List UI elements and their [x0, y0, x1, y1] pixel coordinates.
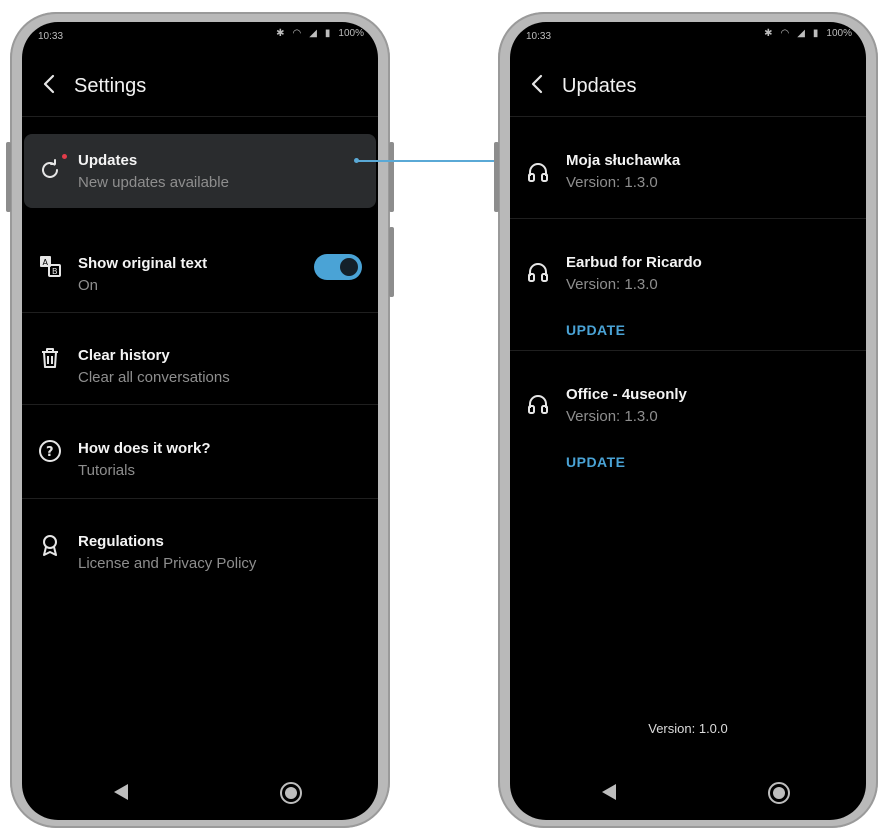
status-time: 10:33 — [526, 31, 552, 42]
device-name: Office - 4useonly — [566, 386, 687, 403]
toggle-knob — [340, 258, 358, 276]
nav-home-icon[interactable] — [280, 782, 302, 804]
wifi-icon: ◠ — [292, 28, 302, 39]
status-bar: 10:33 ✱ ◠ ◢ ▮ 100% — [22, 22, 378, 52]
navigation-bar — [510, 772, 866, 820]
device-version: Version: 1.3.0 — [566, 174, 658, 191]
question-icon: ? — [39, 440, 61, 462]
settings-app-bar: Settings — [22, 60, 378, 117]
clear-history-title: Clear history — [78, 347, 170, 364]
settings-item-updates[interactable]: Updates New updates available — [22, 122, 378, 218]
battery-icon: ▮ — [812, 28, 819, 39]
page-title: Settings — [74, 75, 147, 97]
regulations-title: Regulations — [78, 533, 164, 550]
updates-app-bar: Updates — [510, 60, 866, 117]
back-icon[interactable] — [38, 72, 62, 96]
battery-level: 100% — [338, 28, 364, 39]
signal-icon: ◢ — [797, 28, 805, 39]
updates-subtitle: New updates available — [78, 174, 229, 191]
battery-level: 100% — [826, 28, 852, 39]
battery-icon: ▮ — [324, 28, 331, 39]
device-version: Version: 1.3.0 — [566, 408, 658, 425]
settings-item-clear-history[interactable]: Clear history Clear all conversations — [22, 312, 378, 405]
device-item-office-4useonly: Office - 4useonly Version: 1.3.0 UPDATE — [510, 350, 866, 482]
page-title: Updates — [562, 75, 637, 97]
settings-screen: 10:33 ✱ ◠ ◢ ▮ 100% Settings Updates New … — [22, 22, 378, 820]
headphones-icon — [528, 163, 548, 182]
phone-updates: 10:33 ✱ ◠ ◢ ▮ 100% Updates Moja słuchawk… — [494, 12, 878, 828]
volume-button — [6, 142, 11, 212]
navigation-bar — [22, 772, 378, 820]
status-time: 10:33 — [38, 31, 64, 42]
nav-back-icon[interactable] — [602, 784, 616, 800]
nav-home-icon[interactable] — [768, 782, 790, 804]
status-bar: 10:33 ✱ ◠ ◢ ▮ 100% — [510, 22, 866, 52]
show-original-text-toggle[interactable] — [314, 254, 362, 280]
power-button — [389, 142, 394, 212]
side-button — [389, 227, 394, 297]
volume-button — [494, 142, 499, 212]
clear-history-subtitle: Clear all conversations — [78, 369, 230, 386]
nav-back-icon[interactable] — [114, 784, 128, 800]
bluetooth-icon: ✱ — [276, 28, 285, 39]
regulations-subtitle: License and Privacy Policy — [78, 555, 257, 572]
show-original-text-subtitle: On — [78, 277, 99, 294]
svg-text:A: A — [43, 258, 49, 267]
how-it-works-title: How does it work? — [78, 440, 211, 457]
new-update-badge — [62, 154, 67, 159]
device-item-earbud-for-ricardo: Earbud for Ricardo Version: 1.3.0 UPDATE — [510, 218, 866, 351]
refresh-icon — [42, 159, 58, 178]
device-name: Earbud for Ricardo — [566, 254, 702, 271]
back-icon[interactable] — [526, 72, 550, 96]
settings-item-show-original-text[interactable]: A B Show original text On — [22, 218, 378, 313]
award-icon — [43, 535, 57, 556]
headphones-icon — [528, 263, 548, 282]
show-original-text-title: Show original text — [78, 255, 208, 272]
updates-title: Updates — [78, 152, 138, 169]
trash-icon — [42, 348, 58, 368]
wifi-icon: ◠ — [780, 28, 790, 39]
flow-connector — [356, 160, 516, 162]
update-button[interactable]: UPDATE — [566, 322, 626, 338]
connector-start-dot — [354, 158, 359, 163]
how-it-works-subtitle: Tutorials — [78, 462, 135, 479]
translate-icon: A B — [40, 256, 61, 277]
app-version: Version: 1.0.0 — [648, 721, 728, 736]
device-name: Moja słuchawka — [566, 152, 681, 169]
settings-item-regulations[interactable]: Regulations License and Privacy Policy — [22, 498, 378, 590]
svg-text:B: B — [52, 267, 58, 276]
updates-screen: 10:33 ✱ ◠ ◢ ▮ 100% Updates Moja słuchawk… — [510, 22, 866, 820]
bluetooth-icon: ✱ — [764, 28, 773, 39]
device-version: Version: 1.3.0 — [566, 276, 658, 293]
svg-text:?: ? — [46, 445, 54, 460]
headphones-icon — [528, 395, 548, 414]
phone-settings: 10:33 ✱ ◠ ◢ ▮ 100% Settings Updates New … — [6, 12, 394, 828]
signal-icon: ◢ — [309, 28, 317, 39]
update-button[interactable]: UPDATE — [566, 454, 626, 470]
settings-item-how-it-works[interactable]: ? How does it work? Tutorials — [22, 404, 378, 499]
device-item-moja-sluchawka: Moja słuchawka Version: 1.3.0 — [510, 118, 866, 219]
